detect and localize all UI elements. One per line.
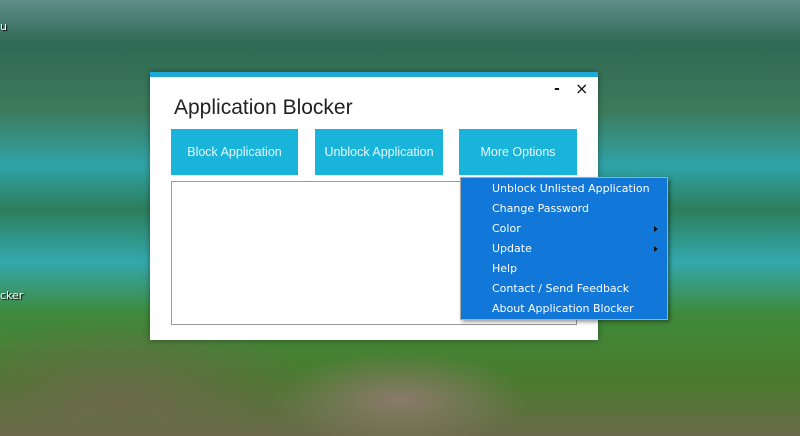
menu-item-label: Update <box>492 242 532 255</box>
menu-item-update[interactable]: Update <box>461 239 667 259</box>
menu-item-color[interactable]: Color <box>461 219 667 239</box>
desktop-icon-label[interactable]: cker <box>0 289 23 302</box>
menu-item-label: Change Password <box>492 202 589 215</box>
desktop-icon-label[interactable]: u <box>0 20 7 33</box>
minimize-button[interactable]: - <box>554 81 560 97</box>
menu-item-about[interactable]: About Application Blocker <box>461 299 667 319</box>
submenu-arrow-icon <box>654 246 658 252</box>
close-button[interactable]: × <box>575 79 588 98</box>
menu-item-label: Unblock Unlisted Application <box>492 182 650 195</box>
menu-item-label: About Application Blocker <box>492 302 634 315</box>
menu-item-label: Color <box>492 222 521 235</box>
more-options-button[interactable]: More Options <box>459 129 577 175</box>
menu-item-change-password[interactable]: Change Password <box>461 199 667 219</box>
window-title: Application Blocker <box>174 96 353 119</box>
menu-item-label: Contact / Send Feedback <box>492 282 630 295</box>
menu-item-feedback[interactable]: Contact / Send Feedback <box>461 279 667 299</box>
unblock-application-button[interactable]: Unblock Application <box>315 129 443 175</box>
menu-item-help[interactable]: Help <box>461 259 667 279</box>
more-options-menu: Unblock Unlisted Application Change Pass… <box>460 177 668 320</box>
submenu-arrow-icon <box>654 226 658 232</box>
block-application-button[interactable]: Block Application <box>171 129 298 175</box>
menu-item-label: Help <box>492 262 518 275</box>
menu-item-unblock-unlisted[interactable]: Unblock Unlisted Application <box>461 179 667 199</box>
